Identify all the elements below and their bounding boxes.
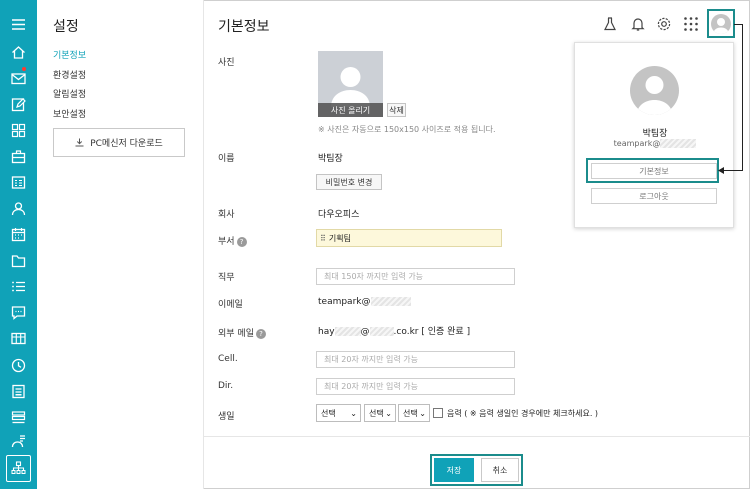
- email-label: 이메일: [218, 300, 243, 310]
- board-icon[interactable]: [10, 330, 27, 347]
- org-chart-button[interactable]: [6, 455, 31, 482]
- page-title: 기본정보: [218, 19, 270, 35]
- popup-user-email: teampark@: [575, 139, 735, 148]
- home-icon[interactable]: [10, 44, 27, 61]
- birthday-day-value: 선택: [403, 408, 418, 418]
- notification-dot: [22, 67, 26, 71]
- email-value: teampark@: [318, 297, 411, 307]
- birthday-day-select[interactable]: 선택 ⌄: [398, 404, 430, 422]
- birthday-year-value: 선택: [321, 408, 336, 418]
- external-email-label-text: 외부 메일: [218, 329, 254, 339]
- name-label: 이름: [218, 154, 235, 164]
- sidebar-item-basic-info[interactable]: 기본정보: [53, 48, 86, 61]
- position-label: 직무: [218, 273, 235, 283]
- briefcase-icon[interactable]: [10, 148, 27, 165]
- help-icon[interactable]: ?: [236, 236, 247, 247]
- name-value: 박팀장: [318, 154, 343, 164]
- footer-divider: [204, 436, 750, 437]
- person-icon[interactable]: [10, 200, 27, 217]
- popup-user-name: 박팀장: [642, 129, 668, 139]
- lunar-checkbox[interactable]: [433, 408, 443, 418]
- birthday-year-select[interactable]: 선택 ⌄: [316, 404, 361, 422]
- external-email-masked-1: [334, 327, 361, 336]
- stack-icon[interactable]: [10, 409, 27, 426]
- popup-email-text: teampark@: [613, 139, 661, 148]
- email-text: teampark@: [318, 297, 371, 307]
- external-email-prefix: hay: [318, 327, 335, 337]
- lunar-label: 음력 ( ※ 음력 생일인 경우에만 체크하세요. ): [447, 409, 599, 418]
- cancel-button[interactable]: 취소: [481, 458, 519, 482]
- external-email-value: hay @ .co.kr [ 인증 완료 ]: [318, 324, 470, 337]
- birthday-label: 생일: [218, 412, 235, 422]
- external-email-status: [ 인증 완료 ]: [421, 327, 471, 337]
- birthday-month-value: 선택: [369, 408, 384, 418]
- department-label: 부서?: [218, 234, 247, 247]
- photo-label: 사진: [218, 58, 235, 68]
- change-password-button[interactable]: 비밀번호 변경: [316, 174, 382, 190]
- help-icon[interactable]: ?: [255, 328, 266, 339]
- mail-icon[interactable]: [10, 70, 27, 87]
- clock-icon[interactable]: [10, 357, 27, 374]
- arrow-left-icon: [718, 167, 724, 174]
- cell-input[interactable]: 최대 20자 까지만 입력 가능: [316, 351, 515, 368]
- email-masked: [370, 297, 411, 306]
- avatar-icon: [711, 13, 731, 34]
- app-rail: [0, 0, 37, 489]
- company-label: 회사: [218, 210, 235, 220]
- external-email-masked-2: [369, 327, 394, 336]
- basic-info-highlight: [586, 158, 719, 183]
- bell-icon[interactable]: [630, 16, 646, 32]
- profile-avatar-button[interactable]: [707, 9, 735, 38]
- dir-label: Dir.: [218, 381, 234, 391]
- chat-icon[interactable]: [10, 304, 27, 321]
- chevron-down-icon: ⌄: [419, 408, 426, 418]
- menu-icon[interactable]: [10, 16, 27, 33]
- grid-icon[interactable]: [10, 122, 27, 139]
- department-field[interactable]: ⠿ 기획팀: [316, 229, 502, 247]
- list-icon[interactable]: [10, 278, 27, 295]
- sidebar-item-preferences[interactable]: 환경설정: [53, 68, 86, 81]
- company-value: 다우오피스: [318, 210, 360, 220]
- chevron-down-icon: ⌄: [350, 408, 357, 418]
- settings-sidebar: 설정 기본정보 환경설정 알림설정 보안설정 PC메신저 다운로드: [37, 0, 204, 489]
- gear-icon[interactable]: [656, 16, 672, 32]
- photo-delete-button[interactable]: 삭제: [387, 103, 406, 117]
- flask-icon[interactable]: [602, 16, 618, 32]
- apps-grid-icon[interactable]: [683, 16, 699, 32]
- profile-popup: 박팀장 teampark@ 기본정보 로그아웃: [574, 42, 734, 228]
- drag-handle-icon: ⠿: [320, 233, 326, 243]
- download-messenger-label: PC메신저 다운로드: [90, 139, 163, 149]
- org-chart-icon: [11, 461, 26, 474]
- external-email-label: 외부 메일?: [218, 326, 266, 339]
- contact-card-icon[interactable]: [10, 174, 27, 191]
- birthday-month-select[interactable]: 선택 ⌄: [364, 404, 396, 422]
- external-email-domain: .co.kr: [393, 327, 419, 337]
- popup-email-masked: [660, 139, 697, 148]
- department-label-text: 부서: [218, 237, 235, 247]
- document-icon[interactable]: [10, 383, 27, 400]
- photo-upload-button[interactable]: 사진 올리기: [318, 103, 383, 117]
- sidebar-item-notifications[interactable]: 알림설정: [53, 87, 86, 100]
- external-email-at: @: [360, 327, 370, 337]
- edit-icon[interactable]: [10, 96, 27, 113]
- popup-avatar-icon: [630, 66, 679, 115]
- chevron-down-icon: ⌄: [385, 408, 392, 418]
- sidebar-item-security[interactable]: 보안설정: [53, 107, 86, 120]
- folder-icon[interactable]: [10, 252, 27, 269]
- position-input[interactable]: 최대 150자 까지만 입력 가능: [316, 268, 515, 285]
- connector-line: [722, 170, 743, 171]
- save-button[interactable]: 저장: [434, 458, 474, 482]
- cell-label: Cell.: [218, 354, 238, 364]
- download-icon: [75, 138, 84, 147]
- popup-logout-button[interactable]: 로그아웃: [591, 188, 717, 204]
- survey-icon[interactable]: [10, 433, 27, 450]
- sidebar-title: 설정: [53, 19, 79, 35]
- download-messenger-button[interactable]: PC메신저 다운로드: [53, 128, 185, 157]
- connector-line: [742, 24, 743, 171]
- department-value: 기획팀: [328, 233, 351, 243]
- calendar-icon[interactable]: [10, 226, 27, 243]
- photo-hint: ※ 사진은 자동으로 150x150 사이즈로 적용 됩니다.: [318, 125, 496, 134]
- dir-input[interactable]: 최대 20자 까지만 입력 가능: [316, 378, 515, 395]
